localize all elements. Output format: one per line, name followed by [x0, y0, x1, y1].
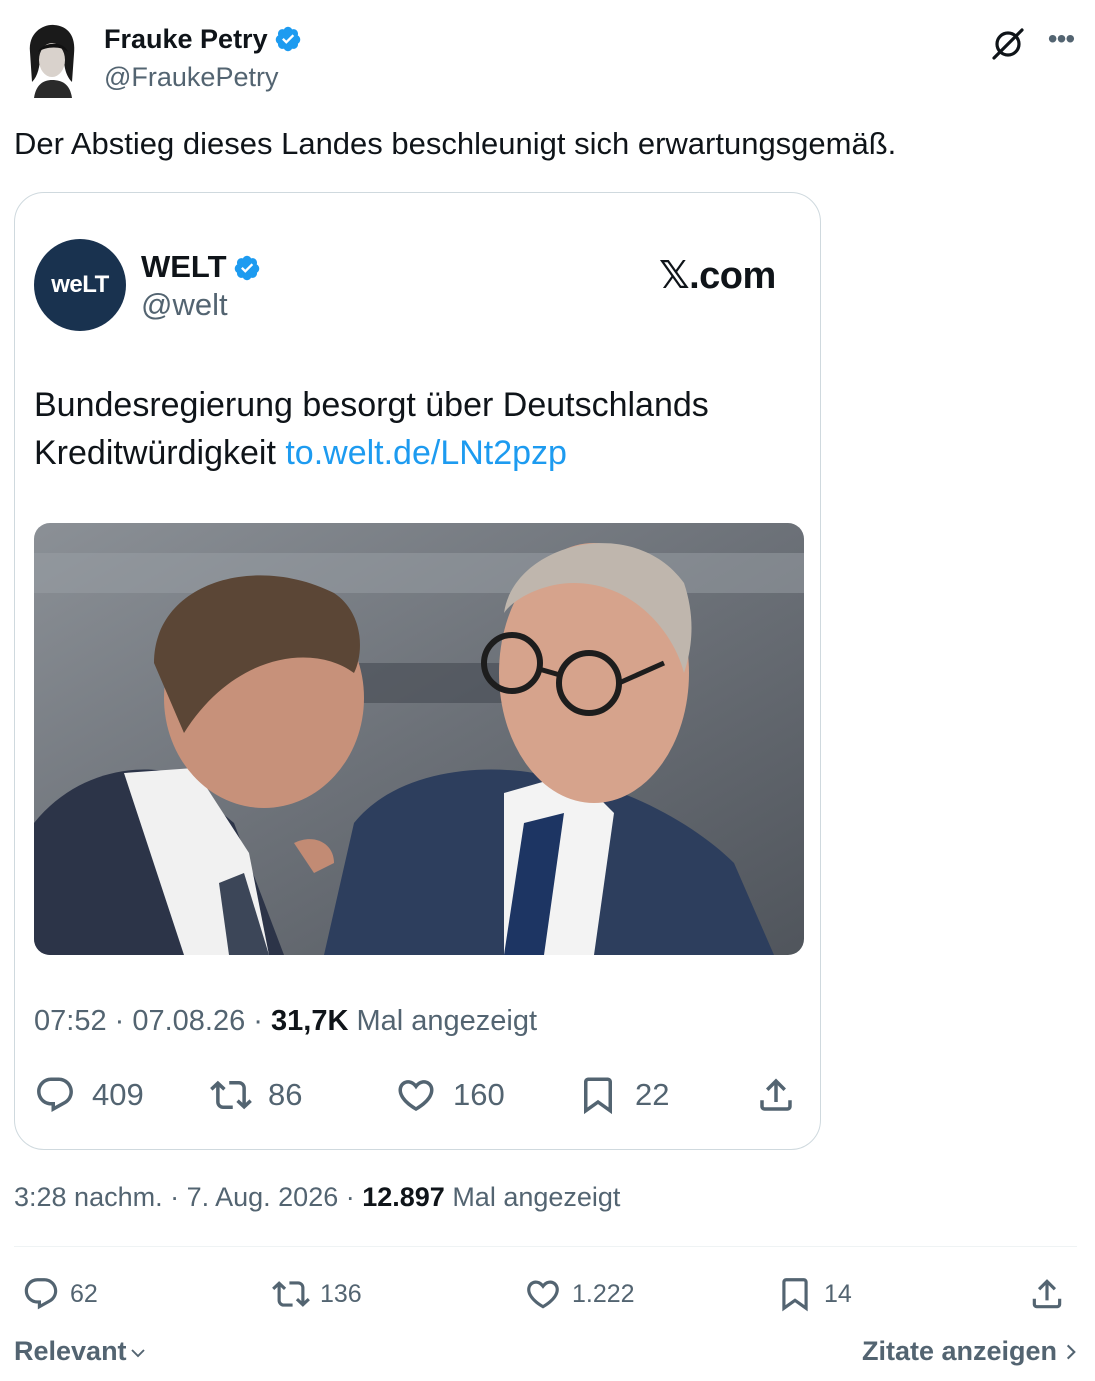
chevron-right-icon	[1063, 1338, 1079, 1369]
repost-icon	[272, 1281, 310, 1307]
cropped-edge-decoration: ‾‾‾‾‾‾‾‾‾‾‾‾‾‾‾‾‾	[55, 192, 282, 208]
repost-button[interactable]: 136	[272, 1270, 362, 1318]
bookmark-icon	[782, 1278, 808, 1312]
embed-tweet-text: Bundesregierung besorgt über Deutschland…	[34, 386, 709, 472]
reply-button[interactable]: 62	[22, 1270, 98, 1318]
repost-count: 136	[320, 1279, 362, 1308]
welt-logo: weLT	[34, 239, 126, 331]
share-icon	[760, 1078, 792, 1111]
like-count: 1.222	[572, 1279, 635, 1308]
bookmark-button[interactable]: 14	[776, 1270, 852, 1318]
share-button[interactable]	[1028, 1270, 1076, 1318]
embed-tweet-meta: 07:52 · 07.08.26 · 31,7K Mal angezeigt	[34, 1005, 538, 1037]
embed-like-count: 160	[453, 1077, 505, 1112]
sort-replies-dropdown[interactable]: Relevant	[14, 1336, 147, 1369]
embed-repost-count: 86	[268, 1077, 303, 1112]
reply-icon	[24, 1278, 58, 1310]
more-options-icon[interactable]: •••	[1041, 22, 1081, 62]
embed-link: to.welt.de/LNt2pzp	[285, 434, 567, 472]
embed-reply-button: 409	[34, 1065, 144, 1125]
tweet-timestamp[interactable]: 3:28 nachm. · 7. Aug. 2026 ·	[14, 1182, 362, 1212]
tweet-text: Der Abstieg dieses Landes beschleunigt s…	[14, 126, 897, 161]
author-handle[interactable]: @FraukePetry	[104, 62, 278, 93]
view-count: 12.897	[362, 1182, 445, 1212]
bookmark-icon	[584, 1077, 612, 1115]
embed-author-handle: @welt	[141, 287, 228, 322]
tweet-meta: 3:28 nachm. · 7. Aug. 2026 · 12.897 Mal …	[14, 1182, 621, 1212]
embed-bookmark-button: 22	[577, 1065, 669, 1125]
repost-icon	[210, 1080, 252, 1110]
embed-repost-button: 86	[210, 1065, 302, 1125]
reply-count: 62	[70, 1279, 98, 1308]
heart-icon	[527, 1280, 559, 1309]
embed-like-button: 160	[395, 1065, 505, 1125]
bookmark-count: 14	[824, 1279, 852, 1308]
embed-bookmark-count: 22	[635, 1077, 670, 1112]
grok-icon[interactable]	[988, 24, 1028, 64]
view-quotes-link[interactable]: Zitate anzeigen	[862, 1336, 1079, 1369]
author-name[interactable]: Frauke Petry	[104, 24, 302, 55]
author-avatar[interactable]	[24, 22, 80, 98]
reply-icon	[37, 1077, 73, 1112]
news-photo	[34, 523, 804, 955]
share-icon	[1032, 1279, 1062, 1309]
divider	[14, 1246, 1077, 1247]
chevron-down-icon	[129, 1338, 147, 1369]
embed-verified-badge-icon	[233, 254, 261, 282]
like-button[interactable]: 1.222	[524, 1270, 635, 1318]
embed-share-button	[755, 1065, 813, 1125]
embed-author-name: WELT	[141, 249, 261, 285]
x-com-watermark: 𝕏.com	[659, 255, 776, 297]
embed-reply-count: 409	[92, 1077, 144, 1112]
embedded-image-card[interactable]: ‾‾‾‾‾‾‾‾‾‾‾‾‾‾‾‾‾ weLT WELT @welt 𝕏.com …	[14, 192, 821, 1150]
heart-icon	[398, 1080, 434, 1112]
verified-badge-icon	[274, 25, 302, 53]
